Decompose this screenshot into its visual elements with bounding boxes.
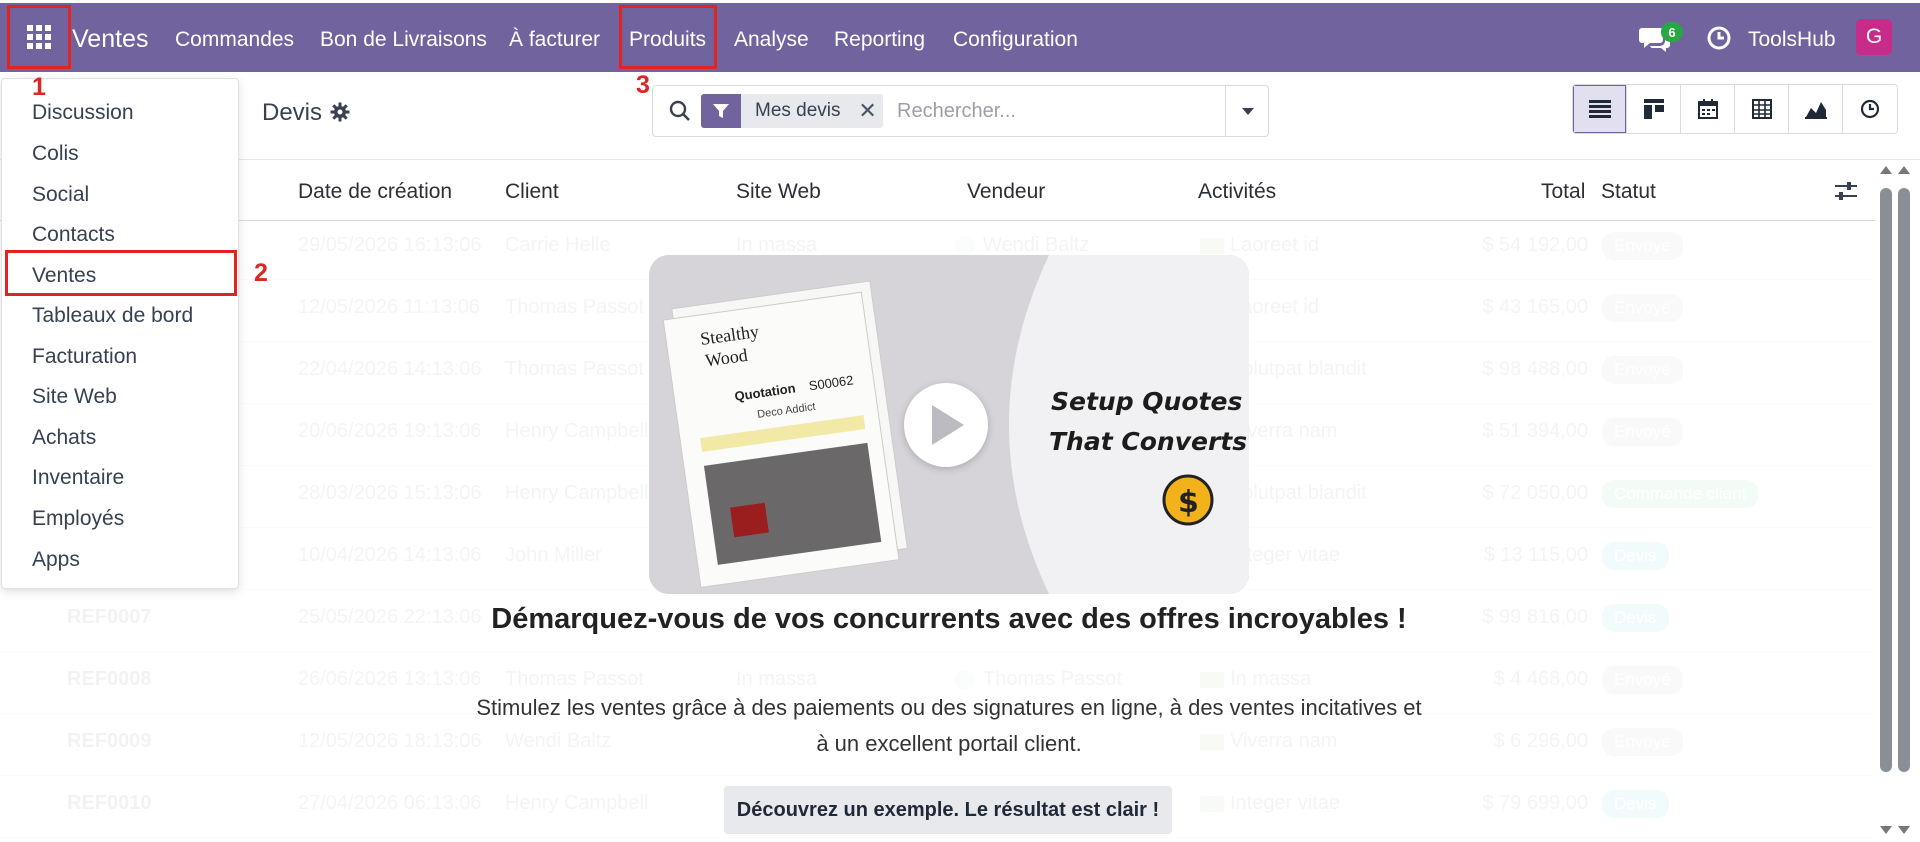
annotation-box-1 [7, 5, 71, 69]
search-facet: Mes devis ✕ [701, 94, 883, 128]
view-activity-button[interactable] [1843, 85, 1897, 133]
menu-analyse[interactable]: Analyse [734, 28, 809, 52]
col-vendeur[interactable]: Vendeur [967, 180, 1045, 204]
app-item-apps[interactable]: Apps [32, 548, 80, 572]
app-item-facturation[interactable]: Facturation [32, 345, 137, 369]
view-calendar-button[interactable] [1681, 85, 1735, 133]
scroll-up-arrow[interactable] [1880, 166, 1892, 174]
kanban-icon [1643, 99, 1664, 119]
menu-reporting[interactable]: Reporting [834, 28, 925, 52]
app-item-colis[interactable]: Colis [32, 142, 79, 166]
user-avatar[interactable]: G [1856, 19, 1892, 55]
page-title: Devis [262, 99, 323, 126]
annotation-number-1: 1 [32, 73, 46, 101]
annotation-box-2 [5, 250, 237, 296]
top-navbar: Ventes Commandes Bon de Livraisons À fac… [0, 3, 1920, 72]
menu-a-facturer[interactable]: À facturer [509, 28, 600, 52]
sliders-icon[interactable] [1834, 181, 1858, 201]
search-icon[interactable] [669, 100, 691, 122]
video-line-2: That Converts [1049, 427, 1247, 456]
chat-count-badge: 6 [1661, 22, 1683, 42]
view-graph-button[interactable] [1789, 85, 1843, 133]
help-description: Stimulez les ventes grâce à des paiement… [476, 695, 1422, 756]
video-line-1: Setup Quotes [1051, 387, 1242, 416]
menu-configuration[interactable]: Configuration [953, 28, 1078, 52]
search-bar: Mes devis ✕ [652, 85, 1269, 137]
control-panel: Devis Mes devis ✕ Rechercher... [0, 72, 1920, 160]
scroll-down-arrow[interactable] [1880, 826, 1892, 834]
app-item-achats[interactable]: Achats [32, 426, 96, 450]
apps-dropdown: Discussion Colis Social Contacts Ventes … [1, 78, 239, 589]
menu-commandes[interactable]: Commandes [175, 28, 294, 52]
help-title: Démarquez-vous de vos concurrents avec d… [491, 603, 1407, 635]
table-header: Date de création Client Site Web Vendeur… [0, 161, 1875, 221]
play-button[interactable] [904, 383, 988, 467]
play-icon [932, 405, 964, 445]
col-date[interactable]: Date de création [298, 180, 452, 204]
area-chart-icon [1804, 102, 1827, 119]
view-pivot-button[interactable] [1735, 85, 1789, 133]
view-kanban-button[interactable] [1627, 85, 1681, 133]
filter-icon [713, 104, 729, 118]
list-icon [1588, 100, 1611, 118]
help-video[interactable]: Stealthy Wood Quotation S00062 Deco Addi… [649, 255, 1249, 594]
see-example-button[interactable]: Découvrez un exemple. Le résultat est cl… [724, 786, 1172, 834]
annotation-box-3 [619, 5, 717, 69]
annotation-number-2: 2 [254, 259, 268, 287]
col-statut[interactable]: Statut [1601, 180, 1656, 204]
caret-down-icon [1241, 108, 1254, 115]
col-site[interactable]: Site Web [736, 180, 821, 204]
page-scrollbar-thumb[interactable] [1898, 188, 1910, 772]
col-total[interactable]: Total [1541, 180, 1585, 204]
app-item-contacts[interactable]: Contacts [32, 223, 115, 247]
scrollbar-thumb[interactable] [1880, 188, 1892, 772]
app-item-social[interactable]: Social [32, 183, 89, 207]
company-switcher[interactable]: ToolsHub [1748, 28, 1836, 52]
app-item-employes[interactable]: Employés [32, 507, 124, 531]
app-item-site-web[interactable]: Site Web [32, 385, 117, 409]
app-brand[interactable]: Ventes [72, 25, 148, 54]
search-input[interactable] [897, 96, 1217, 126]
calendar-icon [1697, 99, 1718, 119]
page-scroll-down-arrow[interactable] [1898, 826, 1910, 834]
menu-bon-de-livraisons[interactable]: Bon de Livraisons [320, 28, 487, 52]
app-item-discussion[interactable]: Discussion [32, 101, 134, 125]
svg-text:$: $ [1178, 485, 1199, 520]
view-switcher [1572, 84, 1898, 134]
close-icon[interactable]: ✕ [853, 94, 883, 128]
col-activites[interactable]: Activités [1198, 180, 1276, 204]
annotation-number-3: 3 [636, 71, 650, 99]
search-options-toggle[interactable] [1225, 86, 1269, 136]
clock-icon[interactable] [1706, 25, 1732, 51]
page-scroll-up-arrow[interactable] [1898, 166, 1910, 174]
col-client[interactable]: Client [505, 180, 559, 204]
app-item-tableaux-de-bord[interactable]: Tableaux de bord [32, 304, 193, 328]
facet-label: Mes devis [755, 100, 841, 121]
clock-icon [1860, 99, 1880, 119]
view-list-button[interactable] [1573, 85, 1627, 133]
app-item-inventaire[interactable]: Inventaire [32, 466, 124, 490]
pivot-icon [1751, 99, 1772, 119]
app: Ventes Commandes Bon de Livraisons À fac… [0, 0, 1920, 842]
gear-icon[interactable] [330, 102, 350, 122]
